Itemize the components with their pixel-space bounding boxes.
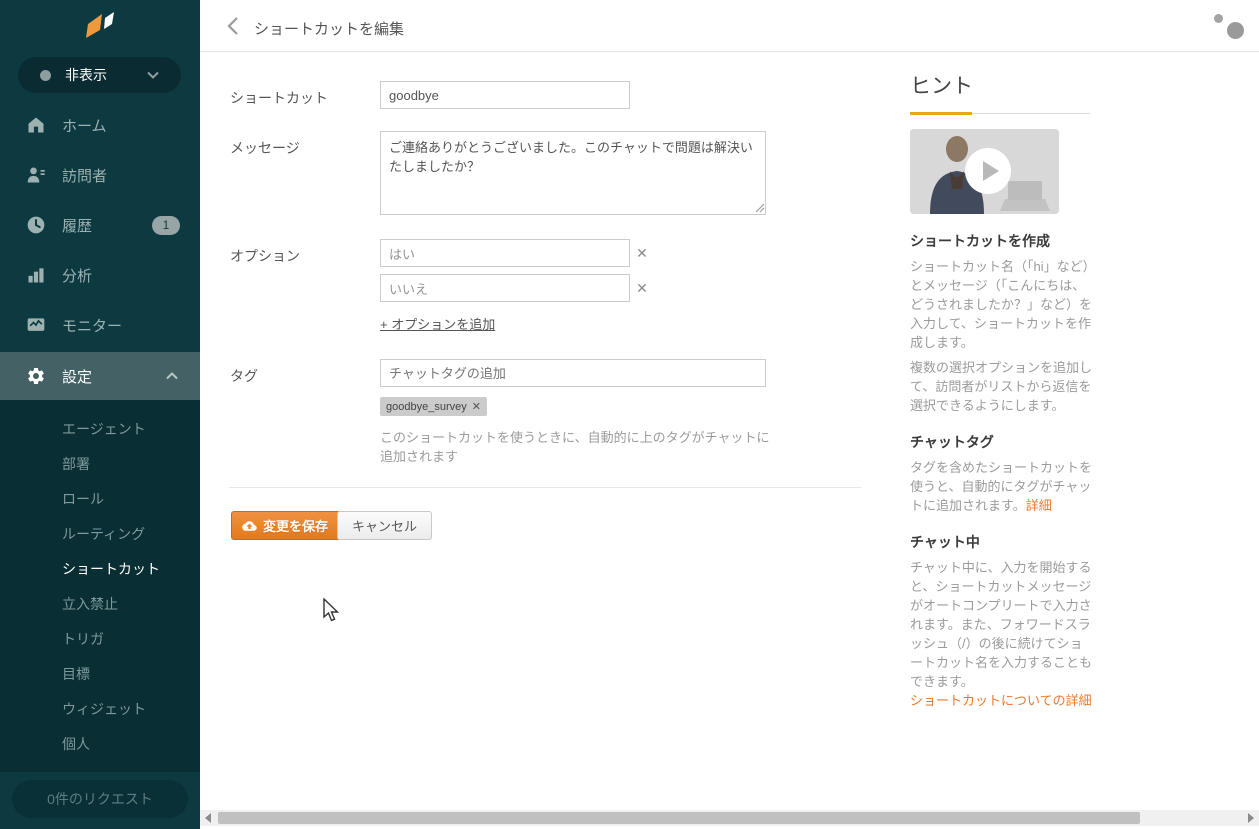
account-menu-button[interactable]: [1210, 10, 1246, 42]
hint-heading-chat-tags: チャットタグ: [910, 434, 994, 450]
save-button[interactable]: 変更を保存: [231, 511, 342, 540]
chevron-down-icon: [147, 71, 159, 79]
hint-paragraph: チャット中に、入力を開始すると、ショートカットメッセージがオートコンプリートで入…: [910, 558, 1094, 710]
sidebar-item-home[interactable]: ホーム: [0, 100, 200, 150]
cancel-button[interactable]: キャンセル: [337, 511, 433, 540]
option-input-2[interactable]: [380, 274, 630, 302]
scroll-left-icon[interactable]: [205, 813, 211, 823]
requests-button-label: 0件のリクエスト: [47, 791, 153, 807]
page-title: ショートカットを編集: [254, 21, 405, 38]
submenu-item-widget[interactable]: ウィジェット: [62, 699, 146, 719]
horizontal-scrollbar[interactable]: [200, 810, 1259, 826]
settings-submenu: エージェント 部署 ロール ルーティング ショートカット 立入禁止 トリガ 目標…: [0, 400, 200, 772]
sidebar-item-label: 設定: [62, 368, 93, 386]
option-input-1[interactable]: [380, 239, 630, 267]
form-divider: [229, 487, 861, 488]
status-label: 非表示: [65, 67, 107, 83]
shortcut-input[interactable]: [380, 81, 630, 109]
hint-paragraph: ショートカット名（「hi」など）とメッセージ（「こんにちは、どうされましたか？」…: [910, 259, 1093, 350]
status-dot-icon: [40, 69, 51, 81]
tag-chip-label: goodbye_survey: [386, 400, 467, 413]
submenu-item-agents[interactable]: エージェント: [62, 419, 146, 439]
remove-option-1-icon[interactable]: ✕: [635, 245, 649, 262]
chevron-up-icon: [166, 372, 178, 380]
tags-label: タグ: [230, 368, 258, 384]
tutorial-video-thumbnail[interactable]: [910, 129, 1059, 214]
submenu-item-routing[interactable]: ルーティング: [62, 524, 145, 544]
history-icon: [27, 216, 45, 234]
app-window: 非表示 ホーム 訪問者 履歴 1 分析 モニター 設定 エージェント 部署 ロー…: [0, 0, 1259, 829]
visitors-icon: [27, 167, 45, 183]
submenu-item-shortcuts[interactable]: ショートカット: [62, 559, 160, 579]
hint-heading-create: ショートカットを作成: [910, 233, 1050, 249]
play-icon[interactable]: [964, 147, 1012, 195]
hint-heading-in-chat: チャット中: [910, 534, 980, 550]
submenu-item-departments[interactable]: 部署: [62, 454, 90, 474]
submenu-item-triggers[interactable]: トリガ: [62, 629, 104, 649]
sidebar-item-analytics[interactable]: 分析: [0, 250, 200, 300]
scroll-right-icon[interactable]: [1248, 813, 1254, 823]
tags-input[interactable]: [380, 359, 766, 387]
tag-chip: goodbye_survey ✕: [380, 397, 487, 416]
message-label: メッセージ: [230, 140, 300, 156]
sidebar: 非表示 ホーム 訪問者 履歴 1 分析 モニター 設定 エージェント 部署 ロー…: [0, 0, 200, 829]
hints-title: ヒント: [910, 75, 973, 98]
monitor-icon: [27, 318, 45, 331]
submenu-item-roles[interactable]: ロール: [62, 489, 104, 509]
settings-icon: [28, 368, 44, 384]
history-badge: 1: [152, 215, 180, 235]
details-link[interactable]: 詳細: [1026, 498, 1052, 513]
zopim-logo-icon: [86, 12, 114, 38]
hint-paragraph: 複数の選択オプションを追加して、訪問者がリストから返信を選択できるようにします。: [910, 360, 1093, 413]
message-textarea[interactable]: ご連絡ありがとうございました。このチャットで問題は解決いたしましたか？: [380, 131, 766, 215]
requests-button[interactable]: 0件のリクエスト: [12, 780, 188, 818]
sidebar-item-history[interactable]: 履歴 1: [0, 200, 200, 250]
remove-option-2-icon[interactable]: ✕: [635, 280, 649, 297]
shortcuts-details-link[interactable]: ショートカットについての詳細: [910, 691, 1094, 710]
sidebar-item-label: 履歴: [62, 217, 93, 235]
sidebar-item-label: ホーム: [62, 117, 107, 135]
hints-panel: ヒント ショートカットを作成 ショートカット名（「hi」など）とメッセージ（「こ…: [910, 70, 1094, 710]
mouse-cursor-icon: [323, 598, 340, 622]
save-button-label: 変更を保存: [263, 519, 329, 534]
home-icon: [28, 117, 44, 133]
cancel-button-label: キャンセル: [352, 519, 418, 534]
sidebar-item-label: 訪問者: [62, 167, 108, 185]
scrollbar-thumb[interactable]: [218, 812, 1140, 824]
back-button[interactable]: [225, 16, 243, 36]
hint-paragraph: タグを含めたショートカットを使うと、自動的にタグがチャットに追加されます。詳細: [910, 458, 1094, 515]
submenu-item-personal[interactable]: 個人: [62, 734, 90, 754]
remove-tag-icon[interactable]: ✕: [472, 400, 481, 413]
hint-body: タグを含めたショートカットを使うと、自動的にタグがチャットに追加されます。: [910, 460, 1093, 513]
tags-help-text: このショートカットを使うときに、自動的に上のタグがチャットに追加されます: [380, 430, 770, 464]
submenu-item-goals[interactable]: 目標: [62, 664, 90, 684]
sidebar-item-label: 分析: [62, 267, 93, 285]
add-option-link[interactable]: + オプションを追加: [380, 314, 495, 333]
analytics-icon: [28, 268, 44, 283]
shortcut-label: ショートカット: [230, 90, 328, 106]
sidebar-item-label: モニター: [62, 317, 123, 335]
submenu-item-banned[interactable]: 立入禁止: [62, 594, 118, 614]
cloud-upload-icon: [242, 520, 257, 531]
sidebar-item-monitor[interactable]: モニター: [0, 300, 200, 350]
sidebar-item-visitors[interactable]: 訪問者: [0, 150, 200, 200]
status-dropdown[interactable]: 非表示: [18, 57, 181, 93]
dot-small-icon: [1214, 14, 1223, 23]
sidebar-item-settings[interactable]: 設定: [0, 352, 200, 400]
hints-rule: [910, 112, 1090, 115]
hint-body: チャット中に、入力を開始すると、ショートカットメッセージがオートコンプリートで入…: [910, 560, 1093, 689]
options-label: オプション: [230, 248, 300, 264]
dot-large-icon: [1227, 22, 1244, 39]
